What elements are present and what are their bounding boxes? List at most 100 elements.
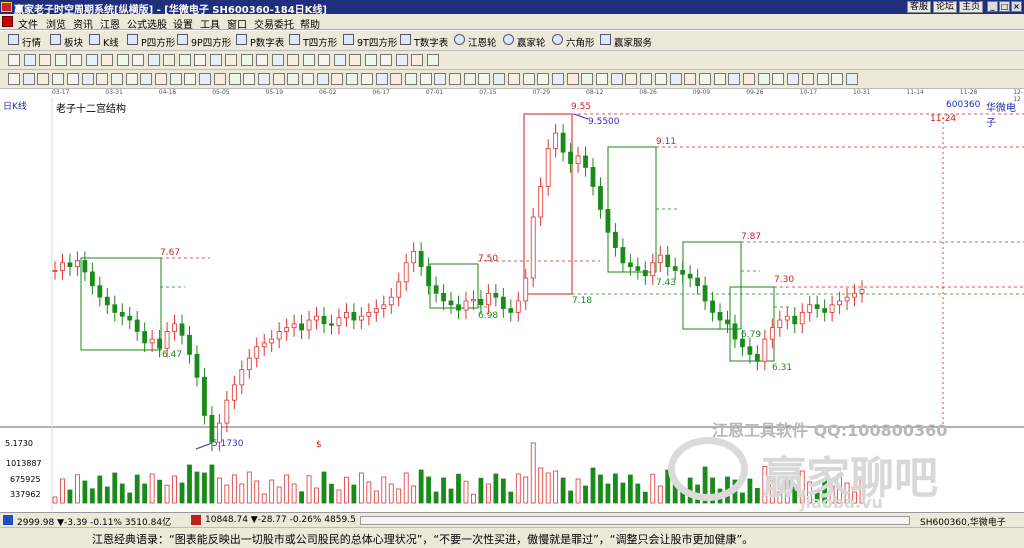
p-icon[interactable] bbox=[127, 34, 138, 45]
tb3-tool-icon[interactable] bbox=[346, 73, 359, 85]
tb3-tool-icon[interactable] bbox=[610, 73, 623, 85]
tb2-tool-icon[interactable] bbox=[163, 54, 175, 66]
tb2-tool-icon[interactable] bbox=[225, 54, 237, 66]
tb3-tool-icon[interactable] bbox=[537, 73, 550, 85]
tb3-tool-icon[interactable] bbox=[213, 73, 226, 85]
tb2-tool-icon[interactable] bbox=[39, 54, 51, 66]
wheel-icon[interactable] bbox=[454, 34, 465, 45]
tb2-tool-icon[interactable] bbox=[178, 54, 191, 66]
sz-index-quote[interactable]: 10848.74 ▼-28.77 -0.26% 4859.5 bbox=[205, 515, 356, 525]
tb3-tool-icon[interactable] bbox=[551, 73, 564, 85]
tb2-tool-icon[interactable] bbox=[411, 54, 423, 66]
tb3-tool-icon[interactable] bbox=[287, 73, 300, 85]
tb2-tool-icon[interactable] bbox=[23, 54, 36, 66]
menu-tools[interactable]: 工具 bbox=[200, 16, 220, 31]
tb3-tool-icon[interactable] bbox=[81, 73, 94, 85]
quotes-button[interactable]: 行情 bbox=[22, 35, 41, 49]
sectors-button[interactable]: 板块 bbox=[64, 35, 83, 49]
tb2-tool-icon[interactable] bbox=[240, 54, 253, 66]
tb3-tool-icon[interactable] bbox=[419, 73, 432, 85]
tb3-tool-icon[interactable] bbox=[654, 73, 667, 85]
blocks-icon[interactable] bbox=[50, 34, 61, 45]
gann-wheel-button[interactable]: 江恩轮 bbox=[468, 35, 497, 49]
tb3-tool-icon[interactable] bbox=[155, 73, 167, 85]
tb3-tool-icon[interactable] bbox=[801, 73, 814, 85]
tb3-tool-icon[interactable] bbox=[787, 73, 800, 85]
tb3-tool-icon[interactable] bbox=[743, 73, 755, 85]
tb2-tool-icon[interactable] bbox=[209, 54, 222, 66]
kline-chart[interactable]: 7.67 6.47 7.50 6.98 9.11 7.18 7.87 7.43 7.30 6.79… bbox=[0, 97, 1024, 512]
tb3-tool-icon[interactable] bbox=[331, 73, 344, 85]
9p-icon[interactable] bbox=[177, 34, 188, 45]
tb3-tool-icon[interactable] bbox=[757, 73, 770, 85]
forum-button[interactable]: 论坛 bbox=[933, 1, 957, 13]
tb2-tool-icon[interactable] bbox=[116, 54, 129, 66]
tb3-tool-icon[interactable] bbox=[713, 73, 726, 85]
tb3-tool-icon[interactable] bbox=[625, 73, 638, 85]
tb3-tool-icon[interactable] bbox=[8, 73, 20, 85]
tb2-tool-icon[interactable] bbox=[302, 54, 315, 66]
candle-icon[interactable] bbox=[89, 34, 100, 45]
tb3-tool-icon[interactable] bbox=[831, 73, 844, 85]
tb3-tool-icon[interactable] bbox=[37, 73, 50, 85]
tb3-tool-icon[interactable] bbox=[96, 73, 109, 85]
winner-service-button[interactable]: 赢家服务 bbox=[614, 35, 652, 49]
service-button[interactable]: 客服 bbox=[907, 1, 931, 13]
menu-trade[interactable]: 交易委托 bbox=[254, 16, 294, 31]
tb3-tool-icon[interactable] bbox=[449, 73, 461, 85]
tb3-tool-icon[interactable] bbox=[243, 73, 256, 85]
tb3-tool-icon[interactable] bbox=[52, 73, 65, 85]
tb3-tool-icon[interactable] bbox=[228, 73, 241, 85]
tb3-tool-icon[interactable] bbox=[566, 73, 579, 85]
tb2-tool-icon[interactable] bbox=[70, 54, 82, 66]
tb3-tool-icon[interactable] bbox=[316, 73, 329, 85]
tb2-tool-icon[interactable] bbox=[380, 54, 392, 66]
tb2-tool-icon[interactable] bbox=[101, 54, 113, 66]
tb3-tool-icon[interactable] bbox=[125, 73, 138, 85]
menu-help[interactable]: 帮助 bbox=[300, 16, 320, 31]
status-scrollbar[interactable] bbox=[360, 516, 910, 525]
hexagon-icon[interactable] bbox=[552, 34, 563, 45]
t-table-button[interactable]: T数字表 bbox=[414, 35, 448, 49]
maximize-icon[interactable]: □ bbox=[999, 1, 1010, 12]
tb2-tool-icon[interactable] bbox=[318, 54, 330, 66]
tb3-tool-icon[interactable] bbox=[199, 73, 212, 85]
tb3-tool-icon[interactable] bbox=[507, 73, 520, 85]
tb2-tool-icon[interactable] bbox=[364, 54, 377, 66]
tb3-tool-icon[interactable] bbox=[684, 73, 697, 85]
tb3-tool-icon[interactable] bbox=[140, 73, 153, 85]
tb3-tool-icon[interactable] bbox=[698, 73, 711, 85]
winner-wheel-button[interactable]: 赢家轮 bbox=[517, 35, 546, 49]
tb2-tool-icon[interactable] bbox=[194, 54, 206, 66]
tb2-tool-icon[interactable] bbox=[333, 54, 346, 66]
tb3-tool-icon[interactable] bbox=[596, 73, 608, 85]
menu-info[interactable]: 资讯 bbox=[73, 16, 93, 31]
tb2-tool-icon[interactable] bbox=[395, 54, 408, 66]
tb2-tool-icon[interactable] bbox=[132, 54, 144, 66]
9t-square-button[interactable]: 9T四方形 bbox=[357, 35, 397, 49]
t-square-button[interactable]: T四方形 bbox=[303, 35, 337, 49]
tb2-tool-icon[interactable] bbox=[54, 54, 67, 66]
tb3-tool-icon[interactable] bbox=[669, 73, 682, 85]
tb3-tool-icon[interactable] bbox=[522, 73, 535, 85]
app-menu-icon[interactable] bbox=[2, 16, 13, 27]
tb3-tool-icon[interactable] bbox=[66, 73, 79, 85]
homepage-button[interactable]: 主页 bbox=[959, 1, 983, 13]
tb2-tool-icon[interactable] bbox=[426, 54, 439, 66]
hexagon-button[interactable]: 六角形 bbox=[566, 35, 595, 49]
tb3-tool-icon[interactable] bbox=[169, 73, 182, 85]
p-table-button[interactable]: P数字表 bbox=[250, 35, 284, 49]
menu-gann[interactable]: 江恩 bbox=[100, 16, 120, 31]
close-icon[interactable]: × bbox=[1011, 1, 1022, 12]
tb3-tool-icon[interactable] bbox=[302, 73, 314, 85]
tb3-tool-icon[interactable] bbox=[22, 73, 35, 85]
tb3-tool-icon[interactable] bbox=[434, 73, 447, 85]
tb3-tool-icon[interactable] bbox=[404, 73, 417, 85]
tb3-tool-icon[interactable] bbox=[375, 73, 388, 85]
tb2-tool-icon[interactable] bbox=[271, 54, 284, 66]
menu-formula[interactable]: 公式选股 bbox=[127, 16, 167, 31]
tb3-tool-icon[interactable] bbox=[728, 73, 741, 85]
9p-square-button[interactable]: 9P四方形 bbox=[191, 35, 231, 49]
menu-settings[interactable]: 设置 bbox=[173, 16, 193, 31]
t-icon[interactable] bbox=[289, 34, 300, 45]
